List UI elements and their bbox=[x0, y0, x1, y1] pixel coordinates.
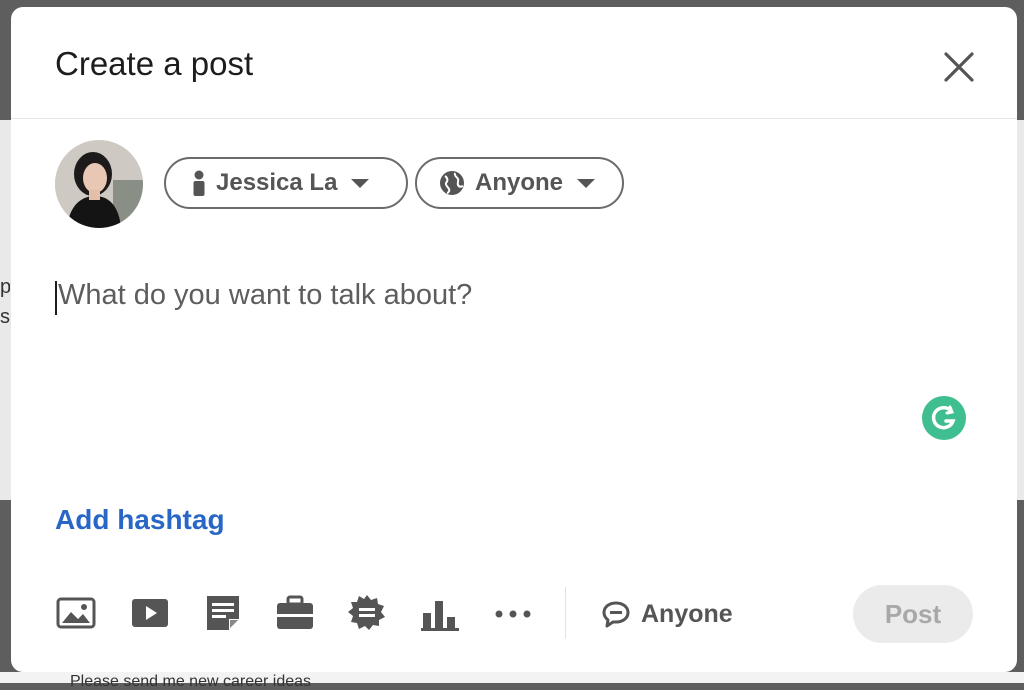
avatar bbox=[55, 140, 143, 228]
add-document-button[interactable] bbox=[203, 595, 243, 631]
add-job-button[interactable] bbox=[275, 595, 315, 631]
text-cursor bbox=[55, 281, 57, 315]
visibility-label: Anyone bbox=[475, 169, 564, 196]
celebrate-icon bbox=[348, 595, 385, 630]
close-icon bbox=[944, 52, 974, 82]
document-icon bbox=[207, 596, 239, 630]
video-icon bbox=[132, 599, 168, 627]
job-icon bbox=[277, 595, 313, 629]
comment-control-label: Anyone bbox=[641, 599, 733, 628]
post-toolbar: Anyone Post bbox=[11, 577, 1017, 647]
add-photo-button[interactable] bbox=[56, 595, 96, 631]
add-video-button[interactable] bbox=[130, 595, 170, 631]
background-partial-text: p s bbox=[0, 276, 10, 328]
editor-placeholder: What do you want to talk about? bbox=[58, 279, 473, 311]
more-options-button[interactable] bbox=[493, 595, 533, 631]
create-post-dialog: Create a post Jessica La Anyone What do … bbox=[11, 7, 1017, 672]
author-selector[interactable]: Jessica La bbox=[164, 157, 408, 209]
dialog-header: Create a post bbox=[11, 7, 1017, 119]
add-hashtag-link[interactable]: Add hashtag bbox=[55, 503, 225, 537]
comment-icon bbox=[602, 601, 630, 628]
chevron-down-icon bbox=[351, 178, 370, 188]
grammarly-button[interactable] bbox=[922, 396, 966, 440]
poll-icon bbox=[421, 601, 459, 631]
person-icon bbox=[193, 170, 205, 196]
photo-icon bbox=[56, 597, 96, 629]
visibility-selector[interactable]: Anyone bbox=[415, 157, 624, 209]
background-peek-text: Please send me new career ideas bbox=[70, 673, 312, 690]
post-text-editor[interactable]: What do you want to talk about? bbox=[55, 273, 935, 333]
dialog-title: Create a post bbox=[55, 45, 254, 82]
chevron-down-icon bbox=[577, 178, 596, 188]
close-button[interactable] bbox=[939, 47, 979, 87]
create-poll-button[interactable] bbox=[420, 595, 460, 631]
toolbar-divider bbox=[565, 587, 566, 639]
globe-icon bbox=[440, 171, 464, 195]
grammarly-icon bbox=[931, 405, 956, 430]
comment-control-button[interactable]: Anyone bbox=[601, 597, 733, 631]
more-icon bbox=[495, 610, 531, 618]
author-name: Jessica La bbox=[216, 169, 338, 196]
post-button[interactable]: Post bbox=[853, 585, 973, 643]
celebrate-button[interactable] bbox=[347, 595, 387, 631]
